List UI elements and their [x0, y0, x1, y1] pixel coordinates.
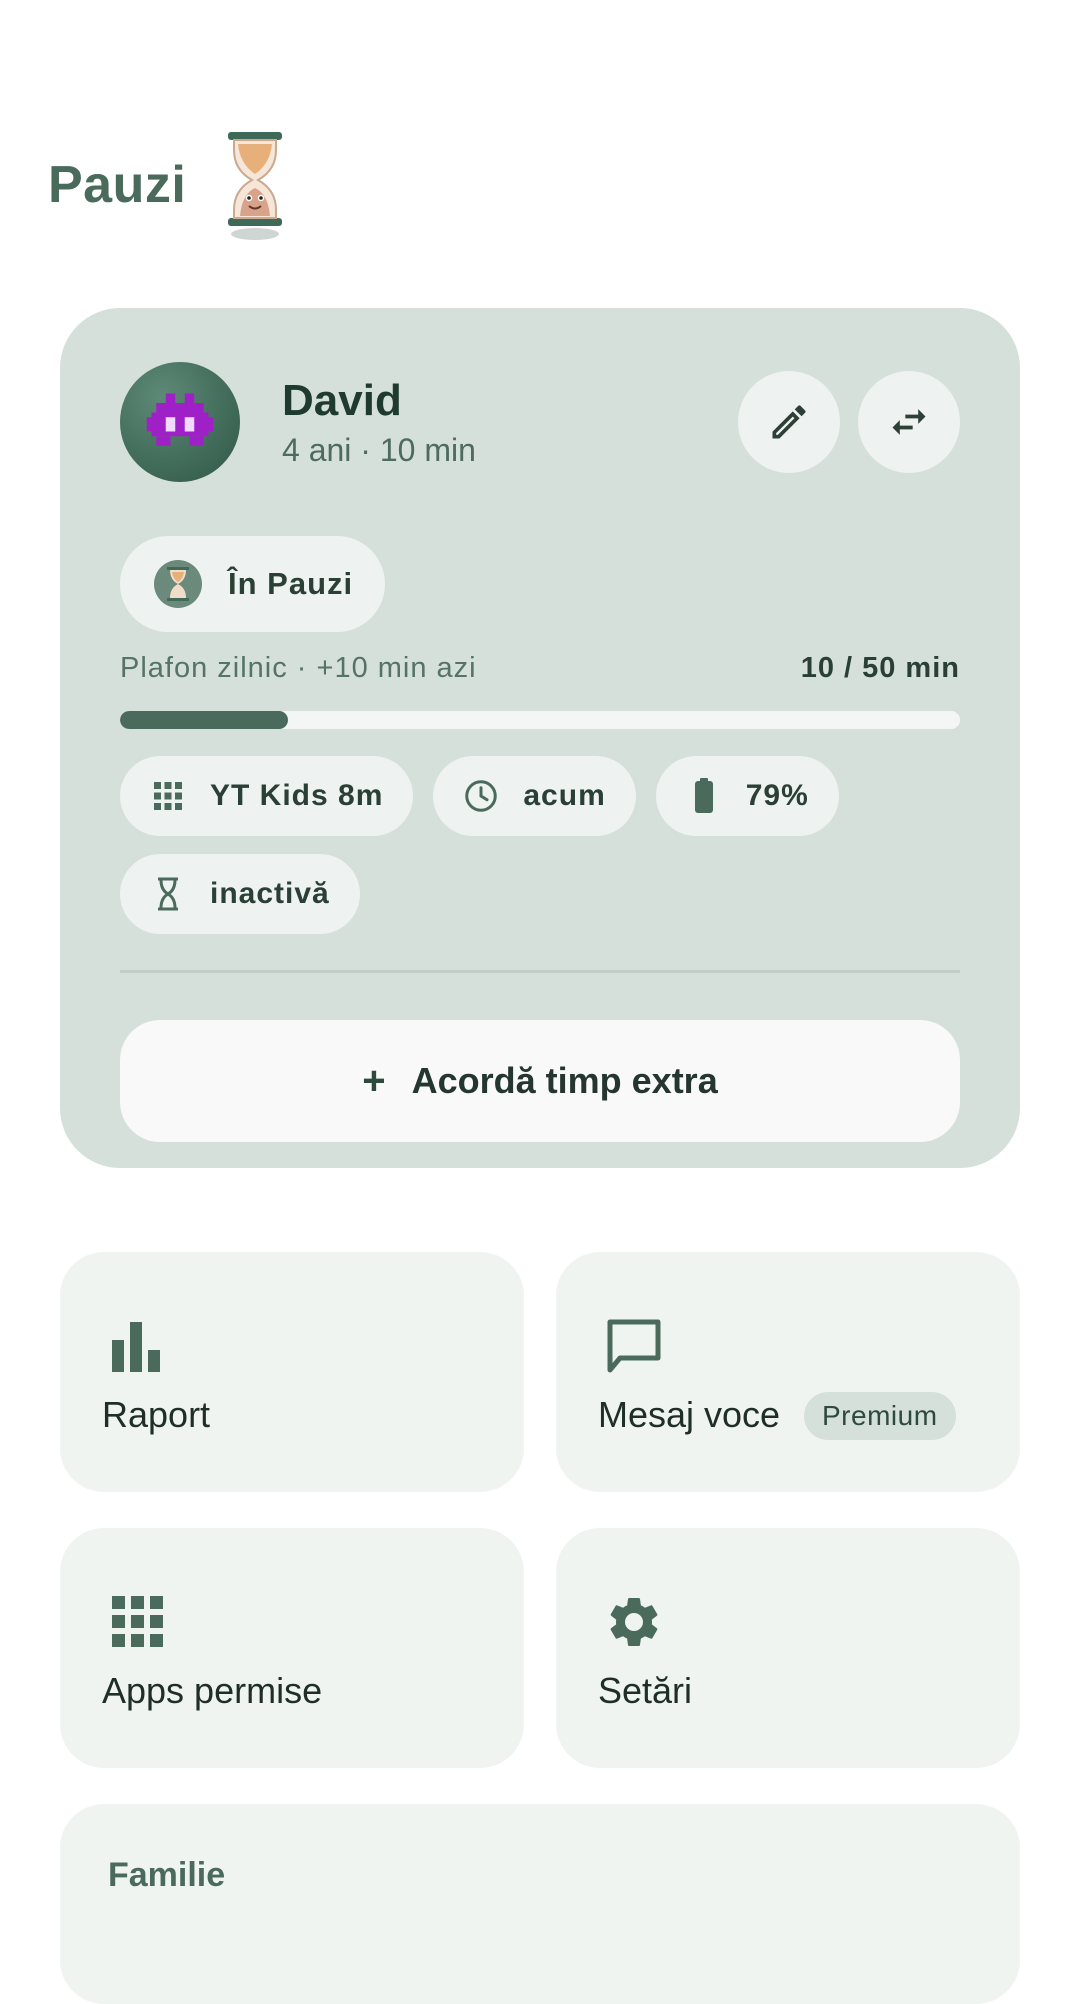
- app-header: Pauzi: [48, 130, 288, 240]
- clock-icon: [463, 778, 499, 814]
- hourglass-logo-icon: [228, 132, 283, 240]
- report-label: Raport: [102, 1394, 211, 1435]
- apps-grid-icon: [150, 778, 186, 814]
- grant-extra-time-button[interactable]: + Acordă timp extra: [120, 1020, 960, 1142]
- plus-icon: +: [362, 1058, 386, 1103]
- activity-chip: inactivă: [120, 854, 360, 934]
- info-chip-row: YT Kids 8m acum 79%: [120, 756, 839, 836]
- current-app-chip: YT Kids 8m: [120, 756, 414, 836]
- premium-badge: Premium: [804, 1392, 956, 1440]
- child-card: David 4 ani · 10 min În Pauzi Plafon zil…: [60, 308, 1020, 1168]
- swap-arrows-icon: [892, 409, 926, 435]
- battery-icon: [686, 778, 722, 814]
- apps-grid-icon: [112, 1596, 163, 1647]
- family-title: Familie: [108, 1856, 226, 1894]
- current-app-label: YT Kids 8m: [210, 779, 384, 812]
- family-card: Familie: [60, 1804, 1020, 2004]
- message-icon: [607, 1319, 661, 1373]
- child-name: David: [282, 376, 402, 425]
- hourglass-icon: [150, 876, 186, 912]
- usage-progress-bar: [120, 711, 960, 729]
- divider: [120, 970, 960, 973]
- info-chip-row-2: inactivă: [120, 854, 360, 934]
- allowed-apps-label: Apps permise: [102, 1670, 323, 1711]
- gear-icon: [610, 1597, 658, 1646]
- grant-extra-time-label: Acordă timp extra: [411, 1060, 718, 1101]
- status-label: În Pauzi: [228, 566, 354, 601]
- pencil-icon: [772, 405, 806, 439]
- usage-progress-fill: [120, 711, 288, 729]
- hourglass-status-icon: [154, 560, 202, 608]
- voice-message-label: Mesaj voce: [598, 1394, 781, 1435]
- daily-limit-label: Plafon zilnic · +10 min azi: [120, 652, 477, 684]
- allowed-apps-tile[interactable]: Apps permise: [60, 1528, 524, 1768]
- status-chip: În Pauzi: [120, 536, 386, 632]
- space-invader-icon: [146, 393, 214, 446]
- voice-message-tile[interactable]: Mesaj voce Premium: [556, 1252, 1020, 1492]
- app-title: Pauzi: [48, 156, 187, 214]
- avatar[interactable]: [120, 362, 240, 482]
- settings-tile[interactable]: Setări: [556, 1528, 1020, 1768]
- bar-chart-icon: [112, 1322, 160, 1372]
- battery-label: 79%: [745, 779, 809, 812]
- activity-label: inactivă: [210, 877, 330, 910]
- daily-limit-value: 10 / 50 min: [800, 652, 960, 684]
- report-tile[interactable]: Raport: [60, 1252, 524, 1492]
- last-seen-label: acum: [523, 779, 606, 812]
- settings-label: Setări: [598, 1670, 693, 1711]
- last-seen-chip: acum: [433, 756, 636, 836]
- edit-child-button[interactable]: [738, 371, 840, 473]
- child-age-time: 4 ani · 10 min: [282, 432, 476, 468]
- switch-child-button[interactable]: [858, 371, 960, 473]
- battery-chip: 79%: [655, 756, 839, 836]
